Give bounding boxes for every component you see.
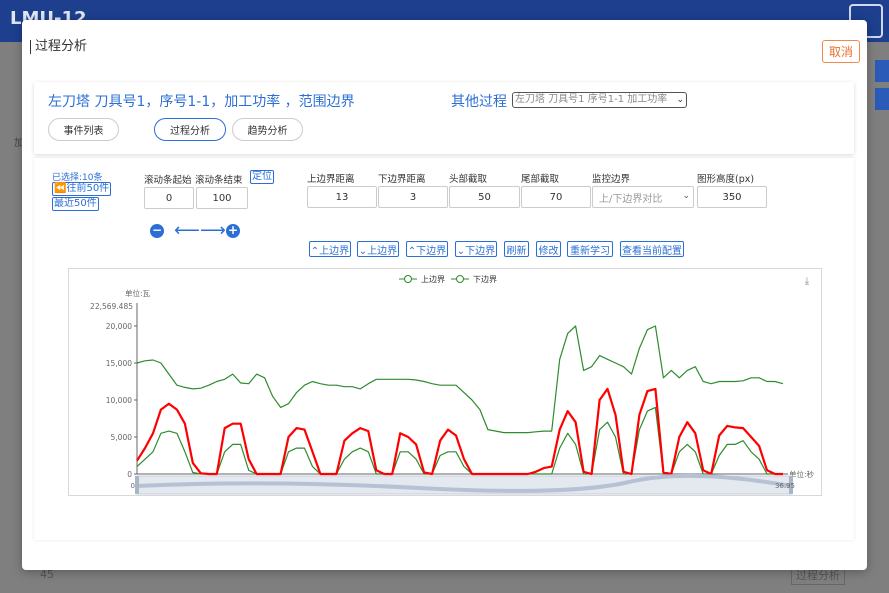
scroll-end-input[interactable]: 100 <box>196 187 248 209</box>
lower-upper-button[interactable]: ⌄上边界 <box>357 241 399 257</box>
refresh-button[interactable]: 刷新 <box>504 241 529 257</box>
scroll-start-label: 滚动条起始 <box>144 175 192 186</box>
chart-height-label: 图形高度(px) <box>697 174 755 185</box>
y-tick-label: 5,000 <box>111 433 133 442</box>
scroll-start-input[interactable]: 0 <box>144 187 194 209</box>
series-line-lower <box>136 406 783 475</box>
process-title: 左刀塔 刀具号1，序号1-1，加工功率 ，范围边界 <box>48 94 355 110</box>
legend-lower-marker <box>456 275 464 283</box>
zoom-out-icon[interactable]: − <box>150 224 164 238</box>
upper-distance-input[interactable]: 13 <box>307 186 377 208</box>
locate-button[interactable]: 定位 <box>250 170 274 184</box>
relearn-button[interactable]: 重新学习 <box>567 241 613 257</box>
cancel-button[interactable]: 取消 <box>822 40 860 63</box>
y-tick-label: 15,000 <box>106 359 132 368</box>
raise-lower-button[interactable]: ⌃下边界 <box>406 241 448 257</box>
download-icon: ⤓ <box>805 276 810 287</box>
rewind-icon: ⏪ <box>54 183 67 194</box>
zoom-slider-left-handle[interactable] <box>135 476 139 494</box>
head-cut-label: 头部截取 <box>449 174 488 185</box>
tail-cut-input[interactable]: 70 <box>521 186 591 208</box>
view-config-button[interactable]: 查看当前配置 <box>620 241 684 257</box>
bg-side-button <box>875 60 889 82</box>
process-header-panel: 左刀塔 刀具号1，序号1-1，加工功率 ，范围边界 其他过程 左刀塔 刀具号1 … <box>34 82 854 154</box>
legend-upper-marker <box>404 275 412 283</box>
process-chart: 上边界 下边界 ⤓ 单位:瓦 22,569.485 0 5,000 10,000 15,000 2… <box>68 268 822 496</box>
chevron-down-icon: ⌄ <box>682 191 690 201</box>
process-analysis-dialog: 过程分析 取消 左刀塔 刀具号1，序号1-1，加工功率 ，范围边界 其他过程 左… <box>22 20 867 570</box>
series-line-process <box>136 387 783 476</box>
y-axis-label: 单位:瓦 <box>125 288 151 298</box>
dialog-title: 过程分析 <box>30 40 87 54</box>
tail-cut-label: 尾部截取 <box>521 174 560 185</box>
zoom-in-icon[interactable]: + <box>226 224 240 238</box>
modify-button[interactable]: 修改 <box>536 241 561 257</box>
legend-lower-label: 下边界 <box>473 274 497 284</box>
head-cut-input[interactable]: 50 <box>449 186 520 208</box>
prev-50-button[interactable]: ⏪往前50件 <box>52 182 112 196</box>
tab-process-analysis[interactable]: 过程分析 <box>154 118 226 141</box>
lower-distance-input[interactable]: 3 <box>378 186 448 208</box>
tab-event-list[interactable]: 事件列表 <box>48 118 119 141</box>
raise-upper-button[interactable]: ⌃上边界 <box>309 241 351 257</box>
arrow-right-icon[interactable]: ⟶ <box>200 222 226 240</box>
chart-height-input[interactable]: 350 <box>697 186 767 208</box>
y-tick-label: 20,000 <box>106 322 132 331</box>
bg-side-button <box>875 88 889 110</box>
y-max-label: 22,569.485 <box>90 302 133 311</box>
other-process-select[interactable]: 左刀塔 刀具号1 序号1-1 加工功率 ⌄ <box>512 92 687 108</box>
y-tick-label: 10,000 <box>106 396 132 405</box>
monitor-boundary-value: 上/下边界对比 <box>599 193 663 205</box>
lower-distance-label: 下边界距离 <box>378 174 426 185</box>
tab-trend-analysis[interactable]: 趋势分析 <box>232 118 303 141</box>
arrow-left-icon[interactable]: ⟵ <box>174 222 200 240</box>
lower-lower-button[interactable]: ⌄下边界 <box>455 241 497 257</box>
monitor-boundary-label: 监控边界 <box>592 174 631 185</box>
legend-upper-label: 上边界 <box>421 274 445 284</box>
other-process-select-value: 左刀塔 刀具号1 序号1-1 加工功率 <box>515 94 668 105</box>
other-process-label: 其他过程 <box>451 94 507 110</box>
x-start-label: 0 <box>131 482 135 490</box>
upper-distance-label: 上边界距离 <box>307 174 355 185</box>
scroll-end-label: 滚动条结束 <box>195 175 243 186</box>
analysis-panel: 已选择:10条 ⏪往前50件 最近50件 滚动条起始 滚动条结束 定位 0 10… <box>34 158 854 540</box>
y-tick-label: 0 <box>127 470 132 479</box>
recent-50-button[interactable]: 最近50件 <box>52 197 99 211</box>
series-line-upper <box>136 325 784 434</box>
chevron-down-icon: ⌄ <box>676 95 684 105</box>
x-end-label: 36.95 <box>775 482 795 490</box>
prev-50-label: 往前50件 <box>66 183 110 194</box>
monitor-boundary-select[interactable]: 上/下边界对比 ⌄ <box>592 186 694 208</box>
process-chart-svg: 上边界 下边界 ⤓ 单位:瓦 22,569.485 0 5,000 10,000 15,000 2… <box>90 274 815 495</box>
